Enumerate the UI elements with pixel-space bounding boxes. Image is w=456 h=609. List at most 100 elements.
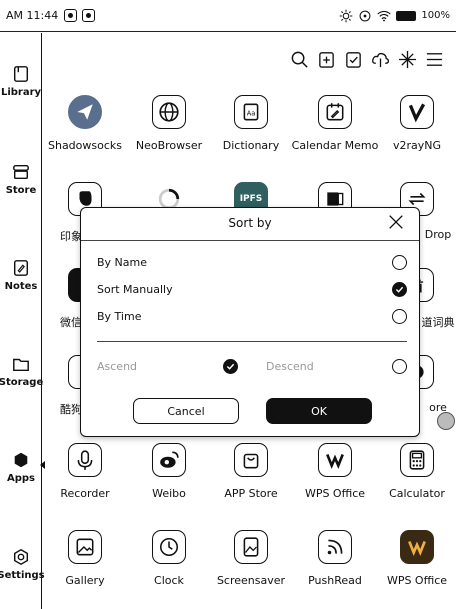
app-neobrowser[interactable]: NeoBrowser bbox=[126, 95, 212, 152]
app-dictionary[interactable]: Aa Dictionary bbox=[208, 95, 294, 152]
app-weibo[interactable]: Weibo bbox=[126, 443, 212, 500]
dialog-divider bbox=[81, 240, 419, 241]
cancel-button[interactable]: Cancel bbox=[133, 398, 239, 424]
status-time: AM 11:44 bbox=[6, 9, 59, 22]
app-gallery[interactable]: Gallery bbox=[42, 530, 128, 587]
sidebar-item-settings[interactable]: Settings bbox=[0, 548, 45, 581]
app-label: Dictionary bbox=[222, 139, 280, 152]
wifi-icon bbox=[377, 10, 392, 21]
brightness-icon bbox=[340, 9, 353, 22]
sidebar-item-store[interactable]: Store bbox=[0, 163, 42, 196]
app-calendar-memo[interactable]: Calendar Memo bbox=[292, 95, 378, 152]
app-label: Weibo bbox=[152, 487, 186, 500]
toolbar bbox=[290, 50, 444, 69]
app-label: APP Store bbox=[224, 487, 278, 500]
radio-by-time[interactable] bbox=[392, 309, 407, 324]
app-clock[interactable]: Clock bbox=[126, 530, 212, 587]
freeze-icon[interactable] bbox=[398, 50, 417, 69]
refresh-mode-icon bbox=[82, 9, 96, 22]
radio-descend[interactable] bbox=[392, 359, 407, 374]
calendar-memo-icon bbox=[318, 95, 352, 129]
app-label: Calendar Memo bbox=[291, 139, 379, 152]
store-icon bbox=[13, 164, 29, 180]
calculator-icon bbox=[400, 443, 434, 477]
app-calculator[interactable]: Calculator bbox=[374, 443, 456, 500]
v2rayng-icon bbox=[400, 95, 434, 129]
sidebar-item-label: Settings bbox=[0, 570, 45, 581]
sidebar-item-label: Library bbox=[0, 87, 42, 98]
sidebar-item-library[interactable]: Library bbox=[0, 65, 42, 98]
sidebar-item-label: Notes bbox=[4, 281, 38, 292]
shadowsocks-icon bbox=[68, 95, 102, 129]
settings-icon bbox=[13, 548, 29, 566]
app-shadowsocks[interactable]: Shadowsocks bbox=[42, 95, 128, 152]
app-app-store[interactable]: APP Store bbox=[208, 443, 294, 500]
book-icon bbox=[13, 66, 29, 82]
ipfs-label: IPFS bbox=[239, 194, 263, 204]
floating-ball[interactable] bbox=[437, 412, 455, 430]
section-divider bbox=[97, 341, 407, 342]
sync-icon bbox=[359, 10, 371, 21]
app-pushread[interactable]: PushRead bbox=[292, 530, 378, 587]
option-by-name[interactable]: By Name bbox=[97, 256, 147, 269]
app-wps-office-2[interactable]: WPS Office bbox=[374, 530, 456, 587]
shopping-bag-icon bbox=[234, 443, 268, 477]
battery-icon bbox=[396, 10, 417, 21]
checklist-icon[interactable] bbox=[344, 50, 363, 69]
app-label: Calculator bbox=[389, 487, 445, 500]
app-label: NeoBrowser bbox=[135, 139, 203, 152]
search-icon[interactable] bbox=[290, 50, 309, 69]
sidebar-item-apps[interactable]: Apps bbox=[0, 451, 42, 484]
dictionary-icon: Aa bbox=[234, 95, 268, 129]
wps-icon bbox=[318, 443, 352, 477]
sidebar-item-label: Apps bbox=[6, 473, 35, 484]
descend-label[interactable]: Descend bbox=[266, 360, 314, 373]
app-recorder[interactable]: Recorder bbox=[42, 443, 128, 500]
app-label: WPS Office bbox=[304, 487, 366, 500]
app-label: WPS Office bbox=[386, 574, 448, 587]
radio-ascend[interactable] bbox=[223, 359, 238, 374]
folder-icon bbox=[13, 358, 29, 372]
microphone-icon bbox=[68, 443, 102, 477]
ok-button[interactable]: OK bbox=[266, 398, 372, 424]
screen-record-icon bbox=[64, 9, 78, 22]
clock-icon bbox=[152, 530, 186, 564]
checkmark-icon bbox=[226, 363, 235, 370]
globe-icon bbox=[152, 95, 186, 129]
ascend-label[interactable]: Ascend bbox=[97, 360, 137, 373]
app-label: 印象 bbox=[60, 230, 82, 243]
wps-office-icon bbox=[400, 530, 434, 564]
app-label: Recorder bbox=[60, 487, 110, 500]
sidebar-item-storage[interactable]: Storage bbox=[0, 355, 44, 388]
sidebar-item-label: Store bbox=[5, 185, 37, 196]
app-label: 微信 bbox=[60, 316, 82, 329]
apps-icon bbox=[14, 452, 28, 468]
option-by-time[interactable]: By Time bbox=[97, 310, 141, 323]
app-label: Gallery bbox=[65, 574, 105, 587]
screensaver-icon bbox=[234, 530, 268, 564]
sidebar-item-label: Storage bbox=[0, 377, 44, 388]
menu-icon[interactable] bbox=[425, 50, 444, 69]
image-icon bbox=[68, 530, 102, 564]
notes-icon bbox=[13, 260, 29, 276]
checkmark-icon bbox=[395, 286, 404, 293]
app-label: PushRead bbox=[308, 574, 362, 587]
radio-sort-manually[interactable] bbox=[392, 282, 407, 297]
app-label: Drop bbox=[424, 228, 452, 241]
cloud-upload-icon[interactable] bbox=[371, 50, 390, 69]
app-wps-office[interactable]: WPS Office bbox=[292, 443, 378, 500]
option-sort-manually[interactable]: Sort Manually bbox=[97, 283, 173, 296]
sidebar-item-notes[interactable]: Notes bbox=[0, 259, 42, 292]
close-icon[interactable] bbox=[387, 213, 405, 231]
radio-by-name[interactable] bbox=[392, 255, 407, 270]
add-folder-icon[interactable] bbox=[317, 50, 336, 69]
weibo-icon bbox=[152, 443, 186, 477]
app-screensaver[interactable]: Screensaver bbox=[208, 530, 294, 587]
dialog-title: Sort by bbox=[228, 216, 272, 230]
app-v2rayng[interactable]: v2rayNG bbox=[374, 95, 456, 152]
app-label: Screensaver bbox=[216, 574, 286, 587]
status-bar: AM 11:44 100% bbox=[0, 0, 456, 32]
status-right: 100% bbox=[339, 9, 450, 23]
battery-level: 100% bbox=[421, 10, 450, 21]
app-label: Shadowsocks bbox=[47, 139, 122, 152]
